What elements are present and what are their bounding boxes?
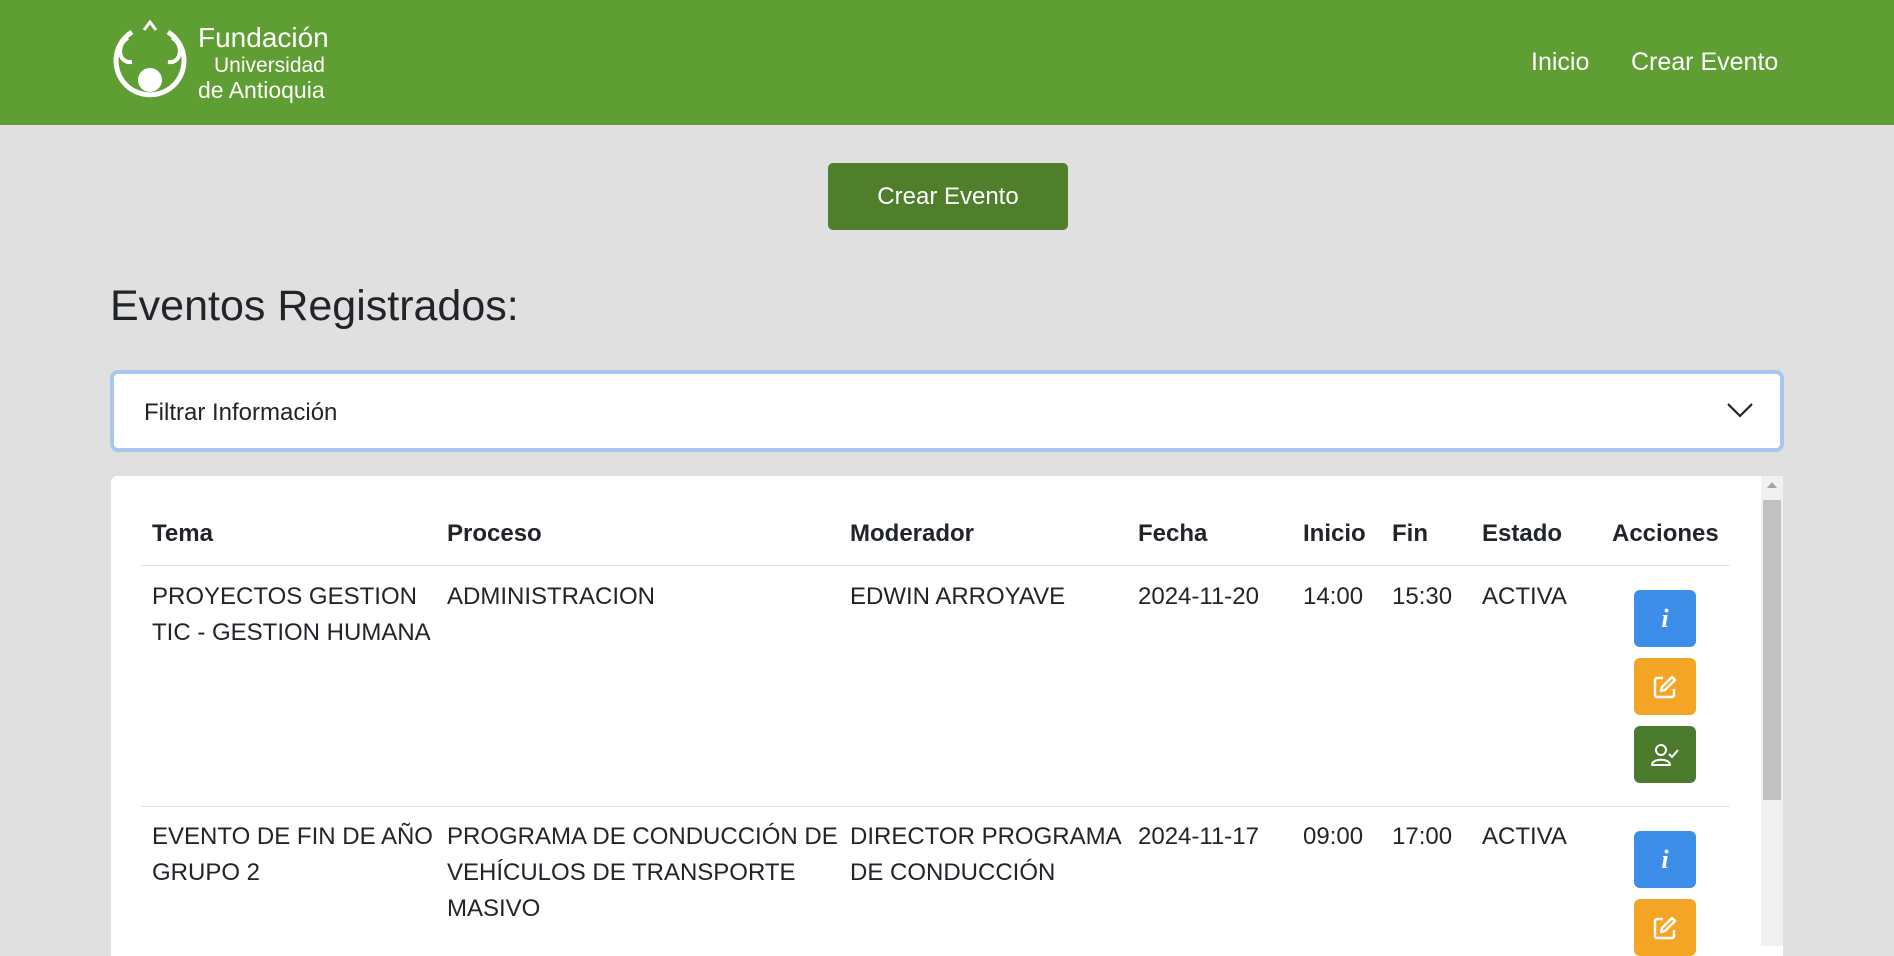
scrollbar-thumb[interactable]	[1763, 500, 1781, 800]
cell-inicio: 09:00	[1303, 823, 1364, 850]
info-icon: i	[1661, 603, 1669, 633]
attendance-button[interactable]	[1634, 726, 1696, 783]
header-divider	[141, 565, 1730, 566]
nav-link-crear-evento[interactable]: Crear Evento	[1631, 48, 1778, 77]
page-title: Eventos Registrados:	[110, 282, 519, 330]
create-event-button[interactable]: Crear Evento	[828, 163, 1068, 230]
column-header-proceso: Proceso	[447, 520, 542, 547]
filter-accordion-toggle[interactable]: Filtrar Información	[110, 370, 1784, 452]
navbar: Fundación Universidad de Antioquia Inici…	[0, 0, 1894, 125]
scroll-up-arrow-icon[interactable]	[1767, 482, 1777, 488]
logo-text-line3: de Antioquia	[198, 77, 325, 103]
cell-moderador: DIRECTOR PROGRAMA DE CONDUCCIÓN	[850, 823, 1122, 886]
cell-proceso: ADMINISTRACION	[447, 583, 656, 610]
cell-estado: ACTIVA	[1482, 583, 1567, 610]
cell-fin: 15:30	[1392, 583, 1453, 610]
edit-button[interactable]	[1634, 658, 1696, 715]
column-header-fecha: Fecha	[1138, 520, 1208, 547]
column-header-acciones: Acciones	[1612, 520, 1719, 547]
column-header-estado: Estado	[1482, 520, 1563, 547]
edit-icon	[1653, 916, 1677, 939]
cell-fecha: 2024-11-20	[1138, 583, 1259, 610]
cell-moderador: EDWIN ARROYAVE	[850, 583, 1066, 610]
column-header-inicio: Inicio	[1303, 520, 1366, 547]
cell-estado: ACTIVA	[1482, 823, 1567, 850]
column-header-moderador: Moderador	[850, 520, 975, 547]
attendance-icon	[1651, 743, 1679, 766]
chevron-down-icon	[1727, 403, 1753, 418]
cell-tema: EVENTO DE FIN DE AÑO GRUPO 2	[152, 823, 433, 886]
info-button[interactable]: i	[1634, 590, 1696, 647]
logo-text-line1: Fundación	[198, 22, 329, 53]
fundacion-logo[interactable]: Fundación Universidad de Antioquia	[110, 18, 360, 110]
edit-button[interactable]	[1634, 899, 1696, 956]
column-header-tema: Tema	[152, 520, 213, 547]
nav-link-inicio[interactable]: Inicio	[1531, 48, 1589, 77]
column-header-fin: Fin	[1392, 520, 1428, 547]
edit-icon	[1653, 675, 1677, 698]
info-button[interactable]: i	[1634, 831, 1696, 888]
logo-emblem-icon	[113, 19, 187, 98]
cell-fecha: 2024-11-17	[1138, 823, 1259, 850]
row-divider	[141, 806, 1730, 807]
logo-text-line2: Universidad	[214, 54, 325, 77]
info-icon: i	[1661, 844, 1669, 874]
cell-proceso: PROGRAMA DE CONDUCCIÓN DE VEHÍCULOS DE T…	[447, 823, 838, 922]
cell-tema: PROYECTOS GESTION TIC - GESTION HUMANA	[152, 583, 431, 646]
cell-inicio: 14:00	[1303, 583, 1364, 610]
filter-label: Filtrar Información	[144, 399, 338, 426]
table-scrollbar[interactable]	[1761, 476, 1783, 946]
cell-fin: 17:00	[1392, 823, 1453, 850]
